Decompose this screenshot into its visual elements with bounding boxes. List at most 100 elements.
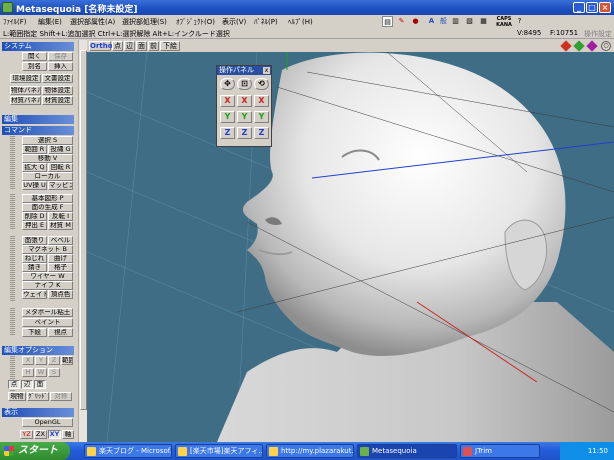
insert-button[interactable]: 挿入 <box>48 62 73 71</box>
3d-viewport[interactable] <box>87 52 614 442</box>
opengl-button[interactable]: OpenGL <box>22 418 73 427</box>
underlay-button[interactable]: 下絵 <box>22 328 47 337</box>
doc-settings-button[interactable]: 文書設定 <box>42 74 73 83</box>
axis-z-scale[interactable]: Z <box>237 127 252 139</box>
axis-y-rotate[interactable]: Y <box>254 111 269 123</box>
pen-icon[interactable]: ✎ <box>396 16 407 27</box>
option-w[interactable]: W <box>35 368 47 377</box>
font-a-icon[interactable]: A <box>426 16 437 27</box>
view-zx-button[interactable]: ZX <box>34 430 47 439</box>
task-rakuten[interactable]: [楽天市場]楽天アフィ... <box>175 444 263 458</box>
extrude-button[interactable]: 押出 E <box>22 221 47 230</box>
move-button[interactable]: 移動 V <box>22 154 73 163</box>
grip-handle[interactable] <box>10 136 15 190</box>
option-range[interactable]: 範囲 <box>61 356 73 365</box>
menu-selection-proc[interactable]: 選択部処理(S) <box>122 17 167 27</box>
wire-button[interactable]: ワイヤー W <box>22 272 73 281</box>
magnet-button[interactable]: マグネット B <box>22 245 73 254</box>
lattice-button[interactable]: 格子 <box>48 263 73 272</box>
option-symmetry[interactable]: 対称 <box>50 392 72 401</box>
material-button[interactable]: 材質 M <box>48 221 73 230</box>
grip-handle[interactable] <box>10 308 15 336</box>
pan-view-icon[interactable] <box>573 40 585 52</box>
operation-panel[interactable]: 操作パネル x ✥ ⊡ ⟲ X X X Y Y Y Z Z Z <box>216 65 272 147</box>
ortho-toggle[interactable]: Ortho <box>89 41 113 51</box>
object-panel-button[interactable]: 物体パネル <box>10 86 41 95</box>
zoom-view-icon[interactable] <box>586 40 598 52</box>
task-jtrim[interactable]: JTrim <box>460 444 540 458</box>
material-settings-button[interactable]: 材質設定 <box>42 96 73 105</box>
front-view-toggle[interactable]: 前 <box>148 41 159 51</box>
option-edge[interactable]: 辺 <box>21 380 33 389</box>
scale-button[interactable]: 拡大 Q <box>22 163 47 172</box>
face-fill-button[interactable]: 面張り <box>22 236 47 245</box>
underlay-toggle[interactable]: 下絵 <box>160 41 180 51</box>
start-button[interactable]: スタート <box>0 442 70 460</box>
open-button[interactable]: 開く <box>22 52 47 61</box>
range-button[interactable]: 範囲 R <box>22 145 47 154</box>
menu-selection-attr[interactable]: 選択部属性(A) <box>70 17 115 27</box>
scroll-thumb[interactable] <box>80 50 87 410</box>
menu-help[interactable]: ﾍﾙﾌﾟ(H) <box>288 17 313 27</box>
option-z[interactable]: Z <box>48 356 60 365</box>
option-h[interactable]: H <box>22 368 34 377</box>
menu-file[interactable]: ﾌｧｲﾙ(F) <box>3 17 27 27</box>
option-s[interactable]: S <box>48 368 60 377</box>
view-xy-button[interactable]: XY <box>48 430 61 439</box>
menu-object[interactable]: ｵﾌﾞｼﾞｪｸﾄ(O) <box>176 17 215 27</box>
menu-edit[interactable]: 編集(E) <box>38 17 62 27</box>
menu-panel[interactable]: ﾊﾟﾈﾙ(P) <box>254 17 278 27</box>
help-icon[interactable]: ? <box>514 16 525 27</box>
left-panel-scrollbar[interactable] <box>78 40 87 442</box>
operation-settings[interactable]: 操作設定 <box>584 29 612 39</box>
rotate-view-icon[interactable] <box>560 40 572 52</box>
save-button[interactable]: 保存 <box>48 52 73 61</box>
face-create-button[interactable]: 面の生成 F <box>22 203 73 212</box>
save-as-button[interactable]: 別名 <box>22 62 47 71</box>
local-button[interactable]: ローカル <box>22 172 73 181</box>
vertex-color-button[interactable]: 頂点色 <box>48 290 73 299</box>
axis-x-move[interactable]: X <box>220 95 235 107</box>
section-command[interactable]: コマンド <box>2 126 74 135</box>
show-edge-toggle[interactable]: 辺 <box>124 41 135 51</box>
flip-button[interactable]: 反転 I <box>48 212 73 221</box>
material-panel-button[interactable]: 材質パネル <box>10 96 41 105</box>
option-y[interactable]: Y <box>35 356 47 365</box>
object-settings-button[interactable]: 物体設定 <box>42 86 73 95</box>
paint-button[interactable]: ペイント <box>22 318 73 327</box>
panel-close-icon[interactable]: x <box>263 67 270 74</box>
option-grid[interactable]: ｸﾞﾘｯﾄﾞ <box>27 392 49 401</box>
viewpoint-button[interactable]: 視点 <box>48 328 73 337</box>
option-x[interactable]: X <box>22 356 34 365</box>
select-button[interactable]: 選択 S <box>22 136 73 145</box>
axis-y-move[interactable]: Y <box>220 111 235 123</box>
task-blog[interactable]: 楽天ブログ - Microsof... <box>84 444 172 458</box>
taper-button[interactable]: 錆き <box>22 263 47 272</box>
scale-mode-icon[interactable]: ⊡ <box>237 78 252 90</box>
weight-button[interactable]: ウェイト <box>22 290 47 299</box>
move-mode-icon[interactable]: ✥ <box>220 78 235 90</box>
maximize-button[interactable]: □ <box>586 2 598 13</box>
minimize-button[interactable]: _ <box>573 2 585 13</box>
rotate-button[interactable]: 回転 R <box>48 163 73 172</box>
knife-button[interactable]: ナイフ K <box>22 281 73 290</box>
rotate-mode-icon[interactable]: ⟲ <box>254 78 269 90</box>
task-plaza[interactable]: http://my.plazarakut... <box>266 444 354 458</box>
close-button[interactable]: × <box>599 2 611 13</box>
lasso-button[interactable]: 投縄 G <box>48 145 73 154</box>
bend-button[interactable]: 曲げ <box>48 254 73 263</box>
ime-icon[interactable]: ● <box>410 16 421 27</box>
section-edit[interactable]: 編集 <box>2 115 74 124</box>
axis-z-rotate[interactable]: Z <box>254 127 269 139</box>
option-current[interactable]: 現物 <box>8 392 26 401</box>
grip-handle[interactable] <box>10 236 15 302</box>
settings-icon[interactable]: ▦ <box>478 16 489 27</box>
doc-icon[interactable]: ▤ <box>382 16 393 27</box>
section-edit-option[interactable]: 編集オプション <box>2 346 74 355</box>
dictionary-icon[interactable]: ▥ <box>450 16 461 27</box>
show-vertex-toggle[interactable]: 点 <box>112 41 123 51</box>
task-metasequoia[interactable]: Metasequoia <box>357 444 457 458</box>
bevel-button[interactable]: ベベル <box>48 236 73 245</box>
uv-button[interactable]: UV操 U <box>22 181 47 190</box>
twist-button[interactable]: ねじれ <box>22 254 47 263</box>
